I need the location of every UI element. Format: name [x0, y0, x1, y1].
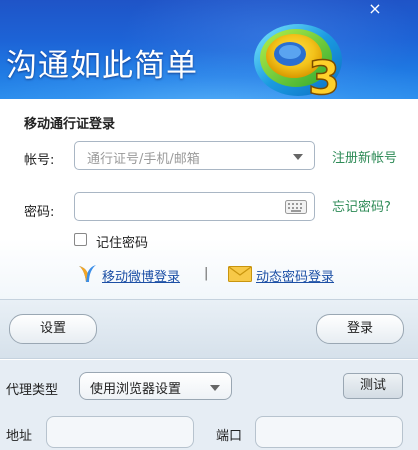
proxy-type-label: 代理类型	[6, 383, 59, 398]
weibo-login-link[interactable]: 移动微博登录	[102, 266, 180, 285]
register-link[interactable]: 注册新帐号	[332, 147, 397, 166]
account-label: 帐号:	[24, 153, 55, 168]
keyboard-icon[interactable]	[285, 200, 307, 214]
account-placeholder: 通行证号/手机/邮箱	[87, 152, 200, 167]
test-button[interactable]: 测试	[343, 373, 403, 399]
svg-text:3: 3	[308, 51, 340, 98]
banner-title: 沟通如此简单	[6, 48, 198, 84]
port-label: 端口	[216, 429, 243, 444]
chevron-down-icon[interactable]	[210, 385, 220, 391]
link-separator: |	[204, 266, 209, 281]
account-input[interactable]: 通行证号/手机/邮箱	[74, 141, 315, 170]
port-input[interactable]	[255, 416, 403, 448]
remember-password-label: 记住密码	[96, 236, 149, 251]
close-button[interactable]: ×	[360, 0, 390, 18]
remember-password-checkbox[interactable]	[74, 233, 87, 246]
login-button[interactable]: 登录	[316, 314, 404, 344]
button-bar: 设置 登录	[0, 299, 418, 359]
section-title: 移动通行证登录	[24, 117, 116, 132]
chevron-down-icon[interactable]	[293, 154, 303, 160]
header-banner: 沟通如此简单 × 3	[0, 0, 418, 99]
password-label: 密码:	[24, 205, 55, 220]
dynamic-password-link[interactable]: 动态密码登录	[256, 266, 334, 285]
envelope-icon[interactable]	[228, 266, 252, 282]
fetion-logo-icon: 3	[254, 24, 342, 98]
password-input[interactable]	[74, 192, 315, 221]
settings-button[interactable]: 设置	[9, 314, 97, 344]
forgot-password-link[interactable]: 忘记密码?	[332, 196, 391, 215]
address-input[interactable]	[46, 416, 194, 448]
proxy-type-value: 使用浏览器设置	[90, 382, 182, 397]
weibo-icon[interactable]	[76, 262, 98, 284]
proxy-type-select[interactable]: 使用浏览器设置	[79, 372, 232, 400]
address-label: 地址	[6, 429, 33, 444]
proxy-settings: 代理类型 使用浏览器设置 测试 地址 端口	[0, 360, 418, 450]
